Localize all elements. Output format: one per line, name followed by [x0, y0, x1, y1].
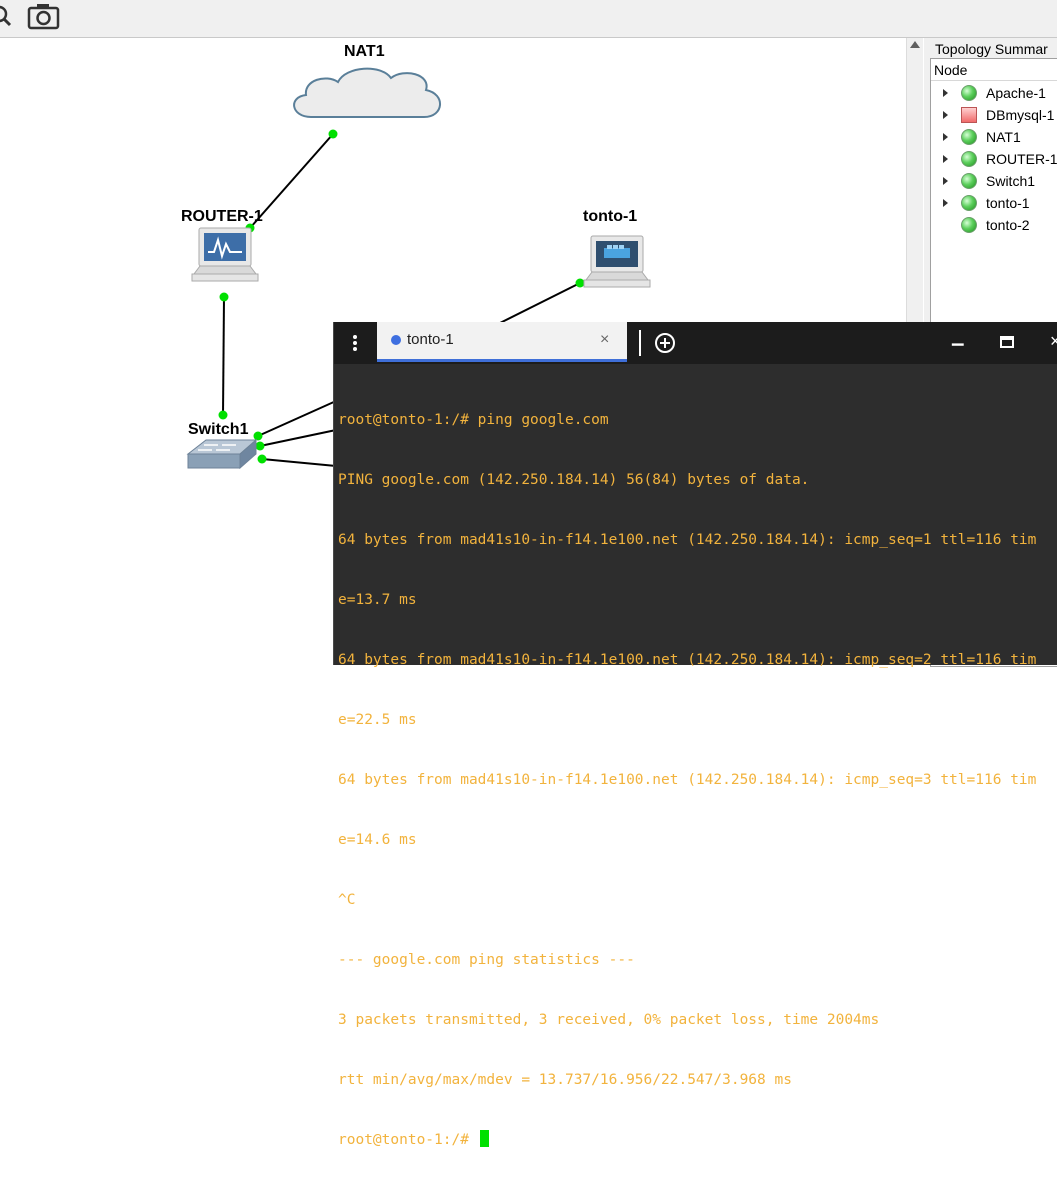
terminal-line: e=14.6 ms [338, 832, 417, 848]
terminal-cursor [479, 1130, 489, 1147]
terminal-line: 3 packets transmitted, 3 received, 0% pa… [338, 1012, 880, 1028]
terminal-line: ^C [338, 892, 356, 908]
tab-title: tonto-1 [407, 331, 454, 348]
status-green-icon [961, 173, 977, 189]
node-label-router1: ROUTER-1 [181, 208, 263, 225]
tree-item-nat1[interactable]: NAT1 [931, 126, 1057, 148]
expand-arrow-icon[interactable] [943, 133, 948, 141]
expand-arrow-icon[interactable] [943, 111, 948, 119]
cloud-icon[interactable] [286, 62, 446, 132]
port-dot [218, 410, 228, 420]
status-red-icon [961, 107, 977, 123]
minimize-icon[interactable]: ▁ [952, 328, 964, 346]
expand-arrow-icon[interactable] [943, 199, 948, 207]
tree-item-tonto-2[interactable]: tonto-2 [931, 214, 1057, 236]
terminal-titlebar: tonto-1 × ▁ × [334, 322, 1057, 364]
port-dot [219, 292, 229, 302]
link-switch-a [257, 400, 337, 437]
terminal-output[interactable]: root@tonto-1:/# ping google.com PING goo… [338, 370, 1057, 1190]
expand-arrow-icon[interactable] [943, 89, 948, 97]
terminal-line: 64 bytes from mad41s10-in-f14.1e100.net … [338, 652, 1037, 668]
menu-kebab-icon[interactable] [352, 334, 358, 352]
tab-close-icon[interactable]: × [600, 331, 609, 349]
panel-title: Topology Summar [935, 41, 1048, 57]
terminal-line: root@tonto-1:/# ping google.com [338, 412, 609, 428]
new-tab-plus-icon[interactable] [654, 332, 676, 354]
link-tonto1-switch [499, 282, 581, 324]
link-switch-c [261, 458, 337, 467]
link-switch-b [259, 429, 337, 447]
toolbar [0, 0, 1057, 38]
tab-tonto-1[interactable]: tonto-1 × [377, 322, 627, 362]
tree-item-router-1[interactable]: ROUTER-1 [931, 148, 1057, 170]
zoom-icon[interactable] [0, 2, 16, 37]
tree-item-dbmysql-1[interactable]: DBmysql-1 [931, 104, 1057, 126]
tree-column-header[interactable]: Node [931, 59, 1057, 81]
terminal-line: 64 bytes from mad41s10-in-f14.1e100.net … [338, 772, 1037, 788]
tab-status-dot [391, 335, 401, 345]
maximize-icon[interactable] [1000, 336, 1014, 348]
status-green-icon [961, 217, 977, 233]
terminal-line: 64 bytes from mad41s10-in-f14.1e100.net … [338, 532, 1037, 548]
terminal-window[interactable]: tonto-1 × ▁ × root@tonto-1:/# ping googl… [333, 322, 1057, 1148]
terminal-prompt: root@tonto-1:/# [338, 1132, 478, 1148]
terminal-prompt-line[interactable]: root@tonto-1:/# [338, 1130, 1057, 1150]
terminal-line: e=13.7 ms [338, 592, 417, 608]
terminal-line: --- google.com ping statistics --- [338, 952, 635, 968]
docker-host-icon[interactable] [582, 234, 652, 296]
tree-item-switch1[interactable]: Switch1 [931, 170, 1057, 192]
screenshot-icon[interactable] [27, 2, 60, 37]
switch-icon[interactable] [184, 436, 260, 474]
terminal-line: e=22.5 ms [338, 712, 417, 728]
status-green-icon [961, 129, 977, 145]
tree-item-apache-1[interactable]: Apache-1 [931, 82, 1057, 104]
scroll-up-arrow-icon[interactable] [910, 41, 920, 48]
tab-divider [639, 330, 641, 356]
status-green-icon [961, 85, 977, 101]
terminal-line: PING google.com (142.250.184.14) 56(84) … [338, 472, 810, 488]
terminal-line: rtt min/avg/max/mdev = 13.737/16.956/22.… [338, 1072, 792, 1088]
expand-arrow-icon[interactable] [943, 177, 948, 185]
expand-arrow-icon[interactable] [943, 155, 948, 163]
node-label-tonto1: tonto-1 [583, 208, 638, 225]
link-router-switch [222, 296, 225, 416]
window-close-icon[interactable]: × [1050, 331, 1057, 352]
status-green-icon [961, 151, 977, 167]
status-green-icon [961, 195, 977, 211]
tree-item-tonto-1[interactable]: tonto-1 [931, 192, 1057, 214]
router-icon[interactable] [190, 226, 260, 288]
node-label-nat1: NAT1 [344, 43, 385, 60]
